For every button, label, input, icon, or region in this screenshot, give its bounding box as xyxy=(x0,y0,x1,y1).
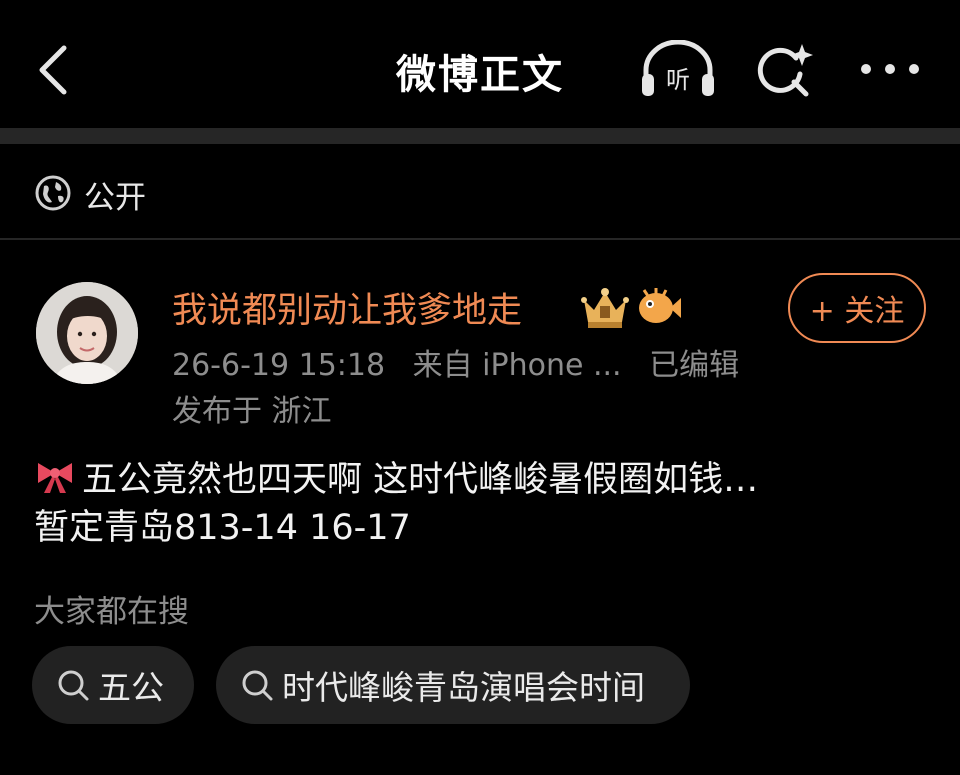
globe-icon xyxy=(34,174,72,212)
avatar[interactable] xyxy=(36,282,138,384)
top-bar: 微博正文 听 xyxy=(0,0,960,128)
avatar-photo xyxy=(36,282,138,384)
content-text-line-1: 五公竟然也四天啊 这时代峰峻暑假圈如钱… xyxy=(82,460,759,500)
hot-search-chip[interactable]: 五公 xyxy=(32,646,194,724)
visibility-label: 公开 xyxy=(84,180,146,216)
edited-label[interactable]: 已编辑 xyxy=(649,348,739,383)
headphones-icon: 听 xyxy=(642,39,714,96)
listen-button[interactable]: 听 xyxy=(638,39,718,100)
content-line: 暂定青岛813-14 16-17 xyxy=(34,508,411,548)
page-title: 微博正文 xyxy=(396,52,564,98)
divider xyxy=(0,238,960,240)
section-divider xyxy=(0,128,960,144)
crown-badge-icon[interactable] xyxy=(580,284,630,330)
search-button[interactable] xyxy=(752,40,818,100)
hot-search-label: 大家都在搜 xyxy=(34,594,189,630)
chip-label: 时代峰峻青岛演唱会时间 xyxy=(282,668,645,707)
search-sparkle-icon xyxy=(757,44,813,97)
post-timestamp: 26-6-19 15:18 xyxy=(172,348,386,383)
post-source[interactable]: 来自 iPhone ... xyxy=(413,348,622,383)
search-icon xyxy=(242,670,273,701)
post-meta: 26-6-19 15:18 来自 iPhone ... 已编辑 xyxy=(172,340,757,384)
post-content: 五公竟然也四天啊 这时代峰峻暑假圈如钱… 暂定青岛813-14 16-17 xyxy=(34,456,934,552)
post-location: 发布于 浙江 xyxy=(172,394,332,429)
chevron-left-icon xyxy=(39,45,67,95)
fish-badge-icon[interactable] xyxy=(636,284,682,328)
hot-search-chip[interactable]: 时代峰峻青岛演唱会时间 xyxy=(216,646,690,724)
author-name[interactable]: 我说都别动让我爹地走 xyxy=(172,282,522,333)
chip-label: 五公 xyxy=(98,668,164,707)
content-line: 五公竟然也四天啊 这时代峰峻暑假圈如钱… xyxy=(34,456,934,504)
more-dots-icon xyxy=(861,64,919,74)
follow-button[interactable]: + 关注 xyxy=(788,273,926,343)
search-icon xyxy=(58,670,89,701)
listen-label: 听 xyxy=(666,66,690,94)
back-button[interactable] xyxy=(30,40,80,100)
more-button[interactable] xyxy=(858,54,922,84)
bow-emoji-icon xyxy=(34,459,76,495)
